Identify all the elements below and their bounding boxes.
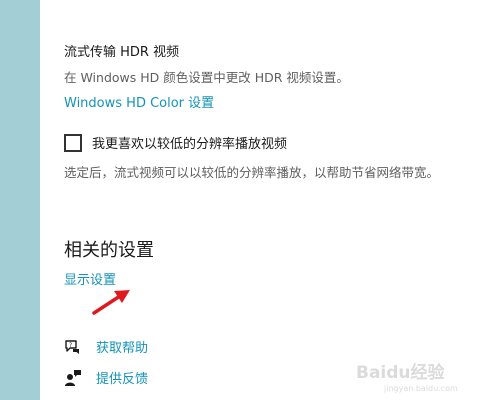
red-arrow-annotation-icon <box>92 290 130 315</box>
settings-window: 流式传输 HDR 视频 在 Windows HD 颜色设置中更改 HDR 视频设… <box>0 0 500 400</box>
svg-text:Baidu经验: Baidu经验 <box>356 362 446 383</box>
low-resolution-checkbox[interactable] <box>64 133 82 152</box>
sidebar-strip <box>0 0 40 400</box>
svg-text:?: ? <box>69 342 72 349</box>
hdr-streaming-title: 流式传输 HDR 视频 <box>64 45 180 60</box>
get-help-row[interactable]: ? 获取帮助 <box>64 337 148 356</box>
chat-help-icon: ? <box>65 339 79 354</box>
hdr-streaming-description: 在 Windows HD 颜色设置中更改 HDR 视频设置。 <box>64 70 349 85</box>
windows-hd-color-settings-link[interactable]: Windows HD Color 设置 <box>64 92 214 111</box>
related-settings-heading: 相关的设置 <box>64 240 154 261</box>
low-resolution-checkbox-row[interactable]: 我更喜欢以较低的分辨率播放视频 <box>64 133 287 152</box>
video-playback-settings-panel: 流式传输 HDR 视频 在 Windows HD 颜色设置中更改 HDR 视频设… <box>40 0 500 400</box>
give-feedback-link[interactable]: 提供反馈 <box>96 368 148 387</box>
give-feedback-row[interactable]: 提供反馈 <box>64 368 148 387</box>
baidu-jingyan-watermark-logo: Baidu经验 jingyan.baidu.com <box>356 362 458 393</box>
low-resolution-description: 选定后，流式视频可以以较低的分辨率播放，以帮助节省网络带宽。 <box>64 165 440 180</box>
feedback-person-icon <box>65 369 81 386</box>
low-resolution-checkbox-label[interactable]: 我更喜欢以较低的分辨率播放视频 <box>92 133 287 152</box>
get-help-link[interactable]: 获取帮助 <box>96 337 148 356</box>
svg-text:jingyan.baidu.com: jingyan.baidu.com <box>383 384 458 393</box>
